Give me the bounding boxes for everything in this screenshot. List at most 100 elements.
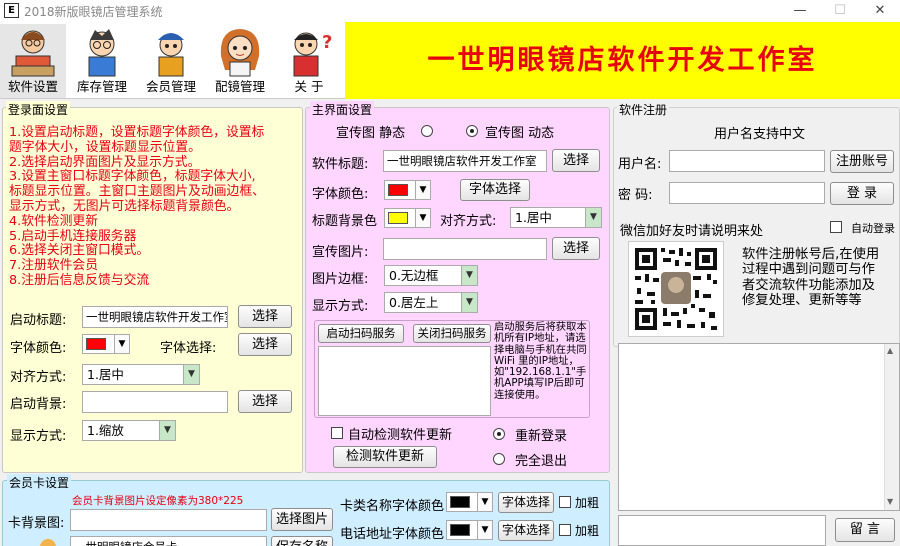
instruction-line: 标题显示位置。主窗口主题图片及动画边框、 (9, 184, 265, 200)
group-title: 主界面设置 (310, 101, 375, 118)
startup-title-select-button[interactable]: 选择 (238, 305, 292, 328)
wechat-note: 微信加好友时请说明来处 (620, 224, 764, 239)
leave-message-button[interactable]: 留 言 (835, 518, 895, 542)
software-title-input[interactable]: 一世明眼镜店软件开发工作室 (383, 150, 547, 172)
phone-font-color-label: 电话地址字体颜色 (340, 527, 445, 542)
align-label: 对齐方式: (10, 370, 67, 385)
software-title-select-button[interactable]: 选择 (552, 149, 600, 172)
startup-bg-label: 启动背景: (10, 397, 67, 412)
toolbar-about-button[interactable]: ? 关 于 (276, 24, 342, 98)
align-dropdown[interactable]: 1.居中 ▼ (82, 364, 200, 385)
startup-title-input[interactable]: 一世明眼镜店软件开发工作室 (82, 306, 228, 328)
toolbar-glasses-fitting-button[interactable]: 配镜管理 (207, 24, 273, 98)
card-shop-name-input[interactable]: 一世明眼镜店会员卡 (70, 536, 267, 546)
display-mode-label: 显示方式: (312, 299, 369, 314)
title-bg-color-label: 标题背景色 (312, 214, 378, 229)
pic-border-label: 图片边框: (312, 272, 369, 287)
color-swatch (388, 212, 408, 224)
instruction-line: 6.选择关闭主窗口模式。 (9, 243, 150, 259)
align-dropdown[interactable]: 1.居中 ▼ (510, 207, 602, 228)
display-mode-dropdown[interactable]: 1.缩放 ▼ (82, 420, 176, 441)
card-bg-input[interactable] (70, 509, 267, 531)
select-card-pic-button[interactable]: 选择图片 (271, 508, 333, 531)
relogin-radio[interactable] (493, 428, 505, 440)
dropdown-value: 0.无边框 (389, 268, 439, 283)
display-mode-label: 显示方式: (10, 429, 67, 444)
promo-pic-input[interactable] (383, 238, 547, 260)
font-select-button[interactable]: 字体选择 (460, 179, 530, 201)
dropdown-value: 1.居中 (515, 210, 552, 225)
maximize-button[interactable]: ☐ (820, 0, 860, 22)
font-color-picker[interactable]: ▼ (82, 334, 130, 354)
save-card-name-button[interactable]: 保存名称 (271, 536, 333, 546)
window-title: 2018新版眼镜店管理系统 (24, 5, 163, 19)
font-color-label: 字体颜色: (312, 187, 369, 202)
chevron-down-icon: ▼ (159, 421, 175, 440)
register-support-text: 用户名支持中文 (714, 127, 806, 142)
auto-login-label: 自动登录 (851, 222, 895, 235)
font-color-label: 字体颜色: (10, 341, 67, 356)
minimize-button[interactable]: — (780, 0, 820, 22)
align-label: 对齐方式: (440, 214, 497, 229)
toolbar-software-settings-button[interactable]: 软件设置 (0, 24, 66, 98)
group-title: 会员卡设置 (7, 474, 72, 491)
username-label: 用户名: (618, 157, 662, 172)
instruction-line: 3.设置主窗口标题字体颜色，标题字体大小, (9, 169, 256, 185)
exit-radio[interactable] (493, 453, 505, 465)
phone-bold-checkbox[interactable] (559, 524, 571, 536)
pic-border-dropdown[interactable]: 0.无边框 ▼ (384, 265, 478, 286)
register-account-button[interactable]: 注册账号 (830, 150, 894, 173)
promo-pic-label: 宣传图片: (312, 245, 369, 260)
toolbar-inventory-button[interactable]: 库存管理 (69, 24, 135, 98)
close-button[interactable]: ✕ (860, 0, 900, 22)
instruction-line: 5.启动手机连接服务器 (9, 228, 137, 244)
bold-label: 加粗 (575, 496, 600, 510)
startup-bg-input[interactable] (82, 391, 228, 413)
color-swatch (450, 524, 470, 536)
svg-text:?: ? (322, 32, 332, 53)
start-scan-service-button[interactable]: 启动扫码服务 (318, 324, 404, 343)
font-color-picker[interactable]: ▼ (384, 180, 431, 200)
scroll-down-icon[interactable]: ▼ (887, 497, 893, 506)
scrollbar[interactable]: ▲ ▼ (884, 344, 899, 510)
title-bg-color-picker[interactable]: ▼ (384, 208, 431, 228)
username-input[interactable] (669, 150, 825, 172)
check-update-button[interactable]: 检测软件更新 (333, 446, 437, 468)
banner-text: 一世明眼镜店软件开发工作室 (427, 45, 818, 76)
promo-static-radio[interactable] (421, 125, 433, 137)
font-select-button[interactable]: 选择 (238, 333, 292, 356)
phone-font-color-picker[interactable]: ▼ (446, 520, 493, 540)
promo-pic-select-button[interactable]: 选择 (552, 237, 600, 260)
stop-scan-service-button[interactable]: 关闭扫码服务 (413, 324, 491, 343)
auto-login-checkbox[interactable] (830, 221, 842, 233)
login-button[interactable]: 登 录 (830, 182, 894, 205)
password-input[interactable] (669, 182, 825, 204)
font-select-label: 字体选择: (160, 341, 217, 356)
toolbar-label: 关 于 (294, 79, 324, 94)
scroll-up-icon[interactable]: ▲ (887, 346, 893, 355)
message-history-box[interactable] (618, 343, 900, 511)
card-type-font-select-button[interactable]: 字体选择 (498, 492, 554, 513)
phone-font-select-button[interactable]: 字体选择 (498, 520, 554, 541)
toolbar-label: 配镜管理 (214, 79, 265, 94)
startup-bg-select-button[interactable]: 选择 (238, 390, 292, 413)
display-mode-dropdown[interactable]: 0.居左上 ▼ (384, 292, 478, 313)
auto-check-update-checkbox[interactable] (331, 427, 343, 439)
card-type-bold-checkbox[interactable] (559, 496, 571, 508)
software-title-label: 软件标题: (312, 157, 369, 172)
boy-with-glasses-icon (75, 26, 129, 78)
message-input[interactable] (618, 515, 826, 546)
register-description: 软件注册帐号后,在使用过程中遇到问题可与作者交流软件功能添加及修复处理、更新等等 (742, 247, 880, 309)
instruction-line: 显示方式，无图片可选择标题背景颜色。 (9, 198, 240, 214)
ip-list-box[interactable] (318, 346, 491, 416)
toolbar-member-button[interactable]: 会员管理 (138, 24, 204, 98)
toolbar-label: 会员管理 (145, 79, 196, 94)
password-label: 密 码: (618, 188, 653, 203)
qr-code-icon (635, 248, 717, 330)
dropdown-value: 0.居左上 (389, 295, 439, 310)
chevron-down-icon: ▼ (461, 266, 477, 285)
card-type-font-color-picker[interactable]: ▼ (446, 492, 493, 512)
instruction-line: 1.设置启动标题，设置标题字体颜色，设置标 (9, 125, 265, 140)
instruction-line: 题字体大小，设置标题显示位置。 (9, 139, 201, 155)
promo-dynamic-radio[interactable] (466, 125, 478, 137)
